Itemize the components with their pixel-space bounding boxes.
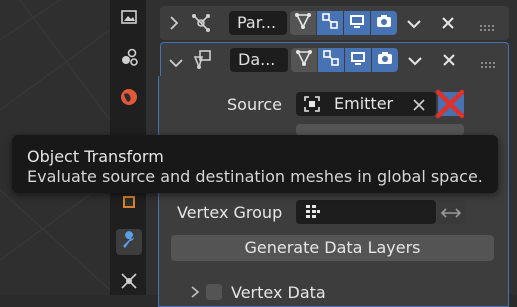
edit-mode-toggle[interactable] <box>290 11 316 35</box>
particles-modifier-icon <box>190 12 212 38</box>
object-transform-toggle[interactable] <box>435 89 465 119</box>
swap-arrows-icon <box>440 205 462 224</box>
tab-world[interactable] <box>116 86 142 112</box>
object-data-icon <box>120 192 138 214</box>
edit-mode-toggle[interactable] <box>291 48 317 72</box>
vertex-data-subpanel[interactable]: Vertex Data <box>190 282 490 302</box>
disabled-x-icon <box>434 88 466 124</box>
edit-mode-icon <box>295 49 313 71</box>
camera-icon <box>376 49 394 71</box>
generate-data-layers-button[interactable]: Generate Data Layers <box>171 235 494 261</box>
tab-object-data[interactable] <box>116 190 142 216</box>
vertex-group-icon <box>304 203 322 225</box>
close-icon[interactable] <box>441 52 457 72</box>
cage-toggle[interactable] <box>318 48 344 72</box>
source-object-name: Emitter <box>334 94 394 113</box>
vertex-data-label: Vertex Data <box>231 283 326 302</box>
expand-chevron-right-icon[interactable] <box>168 15 180 35</box>
source-object-field[interactable]: Emitter <box>296 92 436 116</box>
invert-vertex-group-toggle[interactable] <box>437 200 465 224</box>
tab-render-image[interactable] <box>116 6 142 32</box>
render-toggle[interactable] <box>371 11 397 35</box>
realtime-toggle[interactable] <box>345 48 371 72</box>
tooltip-title: Object Transform <box>27 147 164 166</box>
camera-icon <box>375 12 393 34</box>
dropdown-chevron-icon[interactable] <box>407 53 423 72</box>
monitor-icon <box>348 12 366 34</box>
clear-field-icon[interactable] <box>412 97 426 116</box>
modifier-header-data-transfer: Da... <box>160 42 509 77</box>
physics-icon <box>119 47 139 71</box>
modifier-header-particle-system: Par... <box>160 6 509 40</box>
dropdown-chevron-icon[interactable] <box>406 16 422 35</box>
cage-icon <box>322 49 340 71</box>
world-icon <box>119 87 139 111</box>
cage-icon <box>321 12 339 34</box>
modifier-name-field[interactable]: Da... <box>230 48 288 72</box>
cage-toggle[interactable] <box>317 11 343 35</box>
render-toggle[interactable] <box>372 48 398 72</box>
tab-physics[interactable] <box>116 46 142 72</box>
vertex-group-field[interactable] <box>296 200 436 224</box>
edit-mode-icon <box>294 12 312 34</box>
empty-object-icon <box>303 95 321 117</box>
data-transfer-modifier-icon <box>191 49 213 75</box>
drag-handle-icon[interactable] <box>480 18 496 37</box>
expand-chevron-right-icon <box>190 284 200 303</box>
vertex-group-label: Vertex Group <box>177 203 283 222</box>
modifier-name-field[interactable]: Par... <box>229 11 287 35</box>
tab-modifiers[interactable] <box>116 229 142 255</box>
expand-chevron-down-icon[interactable] <box>168 54 184 73</box>
close-icon[interactable] <box>440 15 456 35</box>
tab-particles[interactable] <box>116 270 142 296</box>
drag-handle-icon[interactable] <box>481 55 497 74</box>
tooltip-description: Evaluate source and destination meshes i… <box>27 167 483 186</box>
monitor-icon <box>349 49 367 71</box>
realtime-toggle[interactable] <box>344 11 370 35</box>
image-icon <box>120 8 138 30</box>
particles-icon <box>119 271 139 295</box>
source-label: Source <box>227 95 282 114</box>
vertex-data-checkbox[interactable] <box>206 284 222 300</box>
tooltip: Object Transform Evaluate source and des… <box>12 135 498 193</box>
modifier-wrench-icon <box>119 230 139 254</box>
